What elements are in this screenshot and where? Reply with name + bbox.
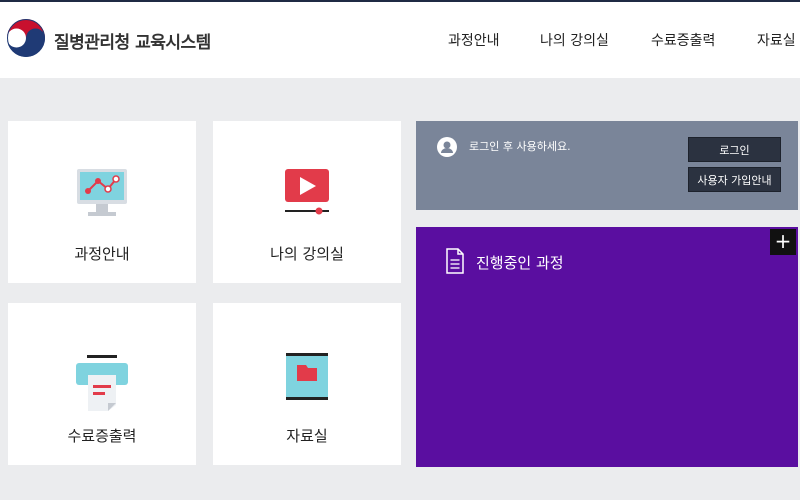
nav-item-my-classroom[interactable]: 나의 강의실 (540, 30, 609, 50)
tile-my-classroom[interactable]: 나의 강의실 (213, 121, 401, 283)
tile-label: 수료증출력 (67, 427, 137, 445)
nav-item-certificate[interactable]: 수료증출력 (651, 30, 715, 50)
tile-certificate[interactable]: 수료증출력 (8, 303, 196, 465)
tile-label: 자료실 (286, 427, 328, 445)
printer-icon (76, 355, 128, 411)
tile-label: 나의 강의실 (270, 245, 344, 263)
login-panel: 로그인 후 사용하세요. 로그인 사용자 가입안내 (416, 121, 798, 210)
nav-item-resources[interactable]: 자료실 (757, 30, 796, 50)
add-more-button[interactable]: + (770, 229, 796, 255)
tile-resources[interactable]: 자료실 (213, 303, 401, 465)
login-button[interactable]: 로그인 (688, 137, 781, 162)
monitor-icon (77, 169, 127, 216)
main-nav: 과정안내 나의 강의실 수료증출력 자료실 (0, 30, 800, 52)
user-icon (437, 137, 457, 157)
video-play-icon (285, 169, 329, 215)
login-message: 로그인 후 사용하세요. (469, 140, 571, 153)
tile-label: 과정안내 (74, 245, 130, 263)
document-icon (446, 248, 464, 274)
tile-course-info[interactable]: 과정안내 (8, 121, 196, 283)
folder-icon (286, 353, 328, 400)
in-progress-course-panel: 진행중인 과정 + (416, 227, 798, 467)
signup-guide-button[interactable]: 사용자 가입안내 (688, 167, 781, 192)
site-header: 질병관리청 교육시스템 과정안내 나의 강의실 수료증출력 자료실 (0, 2, 800, 78)
course-panel-title: 진행중인 과정 (476, 254, 564, 272)
nav-item-course-info[interactable]: 과정안내 (448, 30, 500, 50)
